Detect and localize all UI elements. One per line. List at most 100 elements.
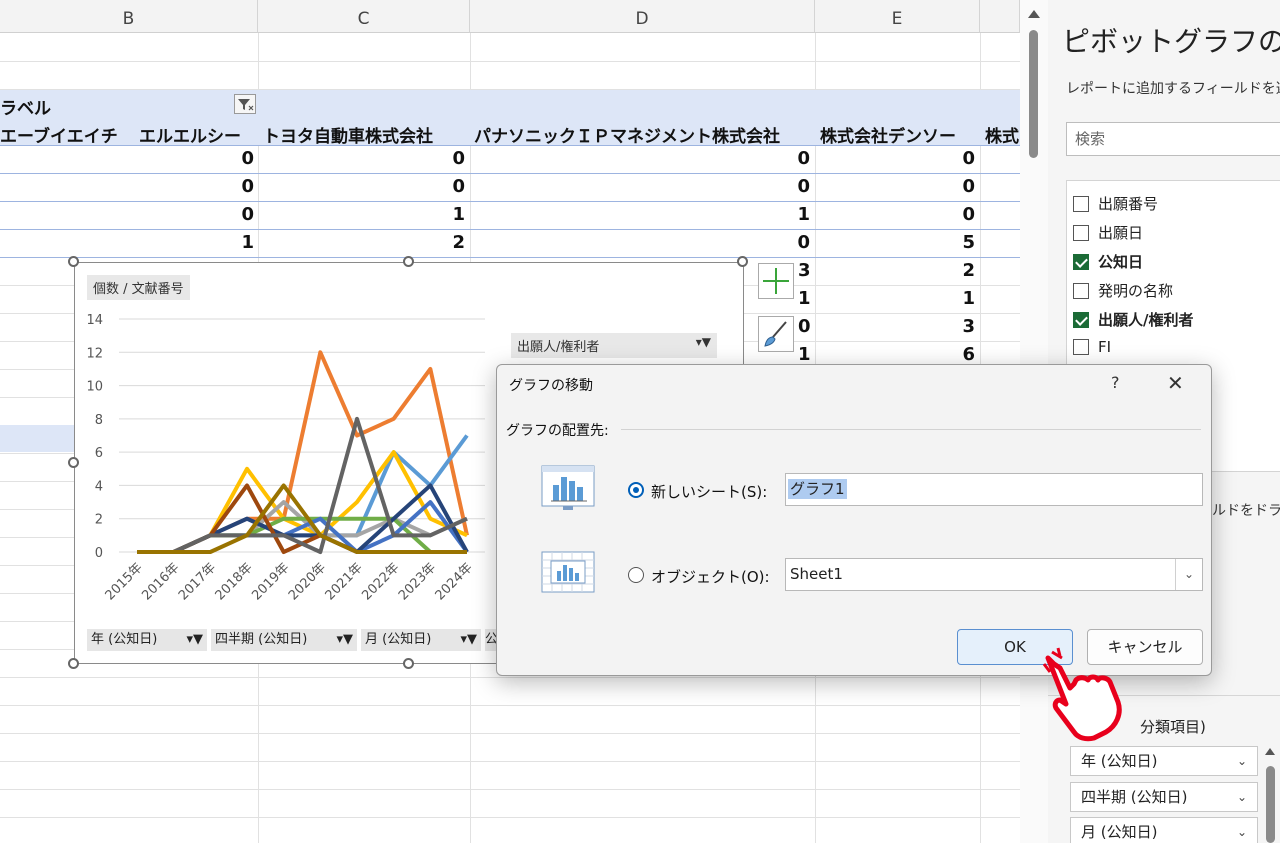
pivot-cell[interactable]: 0 xyxy=(750,232,810,253)
chevron-down-icon[interactable]: ⌄ xyxy=(1237,747,1247,775)
x-tick-label: 2016年 xyxy=(139,560,182,603)
radio-new-sheet[interactable] xyxy=(628,482,644,498)
pivot-cell[interactable]: 1 xyxy=(750,204,810,225)
axis-field-year[interactable]: 年 (公知日) ▾▼ xyxy=(87,629,207,651)
column-header-c[interactable]: C xyxy=(258,0,470,33)
close-icon[interactable]: ✕ xyxy=(1167,371,1184,395)
pivot-cell[interactable]: 1 xyxy=(798,344,811,365)
pivot-cell[interactable]: 5 xyxy=(915,232,975,253)
pivot-cell[interactable]: 1 xyxy=(798,288,811,309)
resize-handle[interactable] xyxy=(403,658,414,669)
axis-item-quarter[interactable]: 四半期 (公知日) ⌄ xyxy=(1070,782,1258,812)
checkbox[interactable] xyxy=(1073,225,1089,241)
resize-handle[interactable] xyxy=(403,256,414,267)
axis-item-label: 年 (公知日) xyxy=(1081,752,1158,770)
object-sheet-select[interactable]: Sheet1 ⌄ xyxy=(785,558,1203,591)
pivot-cell[interactable]: 1 xyxy=(915,288,975,309)
hand-pointer-icon xyxy=(1042,647,1122,742)
brush-icon xyxy=(764,321,787,347)
pivot-cell[interactable]: 2 xyxy=(915,260,975,281)
field-item[interactable]: 出願番号 xyxy=(1073,193,1158,215)
pivot-cell[interactable]: 3 xyxy=(915,316,975,337)
pivot-cell[interactable]: 0 xyxy=(194,176,254,197)
value-field-chip[interactable]: 個数 / 文献番号 xyxy=(87,275,190,300)
resize-handle[interactable] xyxy=(68,658,79,669)
resize-handle[interactable] xyxy=(68,457,79,468)
field-label: 公知日 xyxy=(1098,253,1144,271)
field-item[interactable]: 公知日 xyxy=(1073,251,1143,273)
y-tick-label: 0 xyxy=(95,546,103,561)
field-item[interactable]: FI xyxy=(1073,338,1111,360)
resize-handle[interactable] xyxy=(68,256,79,267)
filter-icon[interactable]: ▾▼ xyxy=(186,629,203,651)
chart-elements-button[interactable] xyxy=(758,263,794,299)
legend-field-chip[interactable]: 出願人/権利者 ▾▼ xyxy=(511,333,717,358)
axis-field-month[interactable]: 月 (公知日) ▾▼ xyxy=(361,629,481,651)
field-item[interactable]: 出願日 xyxy=(1073,222,1143,244)
y-tick-label: 2 xyxy=(95,513,103,528)
field-item[interactable]: 出願人/権利者 xyxy=(1073,309,1193,331)
move-chart-dialog: グラフの移動 ? ✕ グラフの配置先: 新しいシート(S): グラフ1 オブジェ xyxy=(496,364,1212,676)
x-tick-label: 2015年 xyxy=(103,560,146,603)
radio-object[interactable] xyxy=(628,567,644,583)
grid-row-line xyxy=(0,761,1020,762)
axis-item-year[interactable]: 年 (公知日) ⌄ xyxy=(1070,746,1258,776)
filter-icon[interactable]: ▾▼ xyxy=(460,629,477,651)
chevron-down-icon[interactable]: ⌄ xyxy=(1175,559,1202,590)
pane-scroll-thumb[interactable] xyxy=(1266,766,1275,843)
y-tick-label: 8 xyxy=(95,413,103,428)
filter-icon[interactable] xyxy=(234,94,256,114)
pivot-line xyxy=(0,201,1020,202)
pivot-cell[interactable]: 1 xyxy=(405,204,465,225)
new-sheet-name-input[interactable]: グラフ1 xyxy=(785,473,1203,506)
pivot-cell[interactable]: 0 xyxy=(194,148,254,169)
filter-icon[interactable]: ▾▼ xyxy=(696,335,711,349)
column-header-d[interactable]: D xyxy=(470,0,815,33)
pivot-cell[interactable]: 1 xyxy=(194,232,254,253)
new-sheet-name-value: グラフ1 xyxy=(788,479,847,499)
axis-field-quarter[interactable]: 四半期 (公知日) ▾▼ xyxy=(211,629,357,651)
column-header-f[interactable] xyxy=(980,0,1020,33)
scroll-up-arrow[interactable] xyxy=(1028,10,1040,18)
pivot-cell[interactable]: 0 xyxy=(405,176,465,197)
pivot-cell[interactable]: 0 xyxy=(750,176,810,197)
chart-styles-button[interactable] xyxy=(758,316,794,352)
line-chart-plot: 0 2 4 6 8 10 12 14 2015年2016年2017年2018年2019年2020… xyxy=(86,313,485,603)
pivot-cell[interactable]: 6 xyxy=(915,344,975,365)
pivot-cell[interactable]: 0 xyxy=(915,148,975,169)
chevron-down-icon[interactable]: ⌄ xyxy=(1237,783,1247,811)
pivot-cell[interactable]: 0 xyxy=(798,316,811,337)
resize-handle[interactable] xyxy=(737,256,748,267)
field-search-input[interactable]: 検索 xyxy=(1066,122,1280,156)
scroll-thumb[interactable] xyxy=(1029,30,1038,158)
y-tick-label: 10 xyxy=(86,380,103,395)
checkbox[interactable] xyxy=(1073,196,1089,212)
new-sheet-chart-icon xyxy=(539,463,597,511)
pivot-cell[interactable]: 3 xyxy=(798,260,811,281)
checkbox-checked[interactable] xyxy=(1073,312,1089,328)
pivot-company-4: パナソニックＩＰマネジメント株式会社 xyxy=(474,127,780,147)
checkbox-checked[interactable] xyxy=(1073,254,1089,270)
column-header-e[interactable]: E xyxy=(815,0,980,33)
chevron-down-icon[interactable]: ⌄ xyxy=(1237,818,1247,843)
help-button[interactable]: ? xyxy=(1111,373,1120,392)
pivot-cell[interactable]: 0 xyxy=(915,176,975,197)
pivot-cell[interactable]: 2 xyxy=(405,232,465,253)
axis-item-month[interactable]: 月 (公知日) ⌄ xyxy=(1070,817,1258,843)
pivot-cell[interactable]: 0 xyxy=(750,148,810,169)
field-label: 発明の名称 xyxy=(1098,282,1174,300)
pane-scroll-up-arrow[interactable] xyxy=(1265,748,1275,755)
filter-icon[interactable]: ▾▼ xyxy=(336,629,353,651)
option-object-label[interactable]: オブジェクト(O): xyxy=(651,566,770,587)
column-header-b[interactable]: B xyxy=(0,0,258,33)
axis-field-label: 年 (公知日) xyxy=(91,632,158,647)
pivot-cell[interactable]: 0 xyxy=(915,204,975,225)
pivot-cell[interactable]: 0 xyxy=(194,204,254,225)
option-new-sheet-label[interactable]: 新しいシート(S): xyxy=(651,481,767,502)
field-item[interactable]: 発明の名称 xyxy=(1073,280,1173,302)
checkbox[interactable] xyxy=(1073,283,1089,299)
pivot-line xyxy=(0,229,1020,230)
pivot-cell[interactable]: 0 xyxy=(405,148,465,169)
dialog-title: グラフの移動 xyxy=(509,378,593,394)
checkbox[interactable] xyxy=(1073,339,1089,355)
